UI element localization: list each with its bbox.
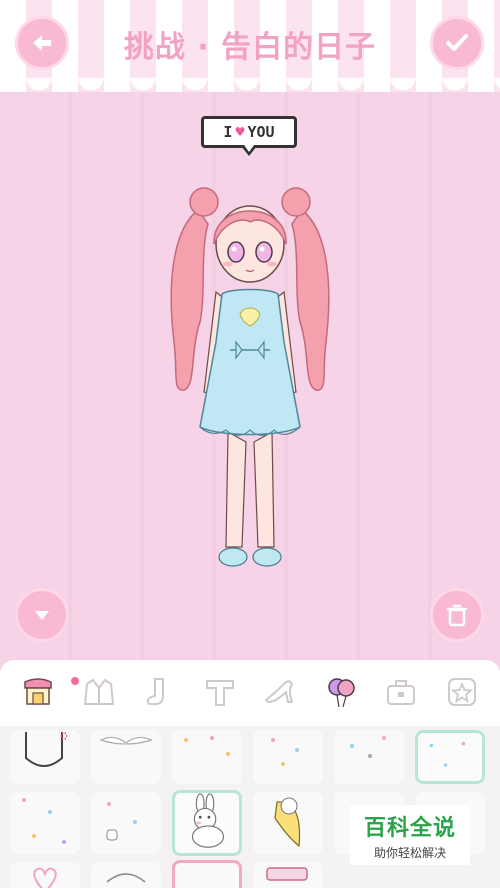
tab-accessories[interactable] (320, 671, 362, 713)
sparkles-icon (184, 736, 230, 756)
item-dots[interactable] (10, 792, 80, 854)
bubble-text-i: I (223, 123, 233, 141)
item-pink-frame[interactable] (172, 860, 242, 888)
watermark-badge: 百科全说 助你轻松解决 (350, 805, 470, 865)
necklace-icon (25, 732, 68, 767)
bubble-heart: ♥ (235, 123, 245, 141)
item-sparkles-1[interactable] (172, 730, 242, 784)
confetti-icon (350, 736, 386, 758)
page-title: 挑战 · 告白的日子 (123, 30, 377, 65)
tab-shoes[interactable] (259, 671, 301, 713)
shirt-icon (205, 680, 234, 706)
watermark-subtitle: 助你轻松解决 (373, 845, 446, 860)
tab-shop[interactable] (17, 671, 80, 713)
item-confetti-1[interactable] (253, 730, 323, 784)
tab-socks[interactable] (138, 671, 180, 713)
item-sign[interactable] (253, 862, 323, 888)
delete-button[interactable] (430, 588, 484, 642)
item-banana-plush[interactable] (253, 792, 323, 854)
bag-icon (387, 680, 416, 705)
sign-icon (266, 867, 308, 881)
confetti-icon (271, 738, 299, 766)
high-heel-icon (264, 680, 294, 704)
heart-frame-icon (33, 867, 57, 888)
banana-plush-icon (274, 797, 301, 848)
check-icon (446, 34, 468, 51)
item-confetti-2[interactable] (334, 730, 404, 784)
item-wings[interactable] (91, 730, 161, 784)
trash-icon (446, 604, 468, 627)
tab-bag[interactable] (380, 671, 422, 713)
item-mini-bunny[interactable] (91, 792, 161, 854)
item-necklace[interactable] (10, 730, 80, 784)
sock-icon (147, 678, 165, 705)
tab-favorites[interactable] (441, 671, 483, 713)
star-icon (447, 678, 476, 706)
triangle-down-icon (35, 611, 49, 620)
watermark-title: 百科全说 (363, 815, 456, 841)
tab-jacket[interactable] (78, 671, 120, 713)
item-hat[interactable] (91, 862, 161, 888)
item-bunny-plush[interactable] (172, 790, 242, 856)
sparkles-icon (429, 741, 466, 767)
balloons-icon (328, 678, 355, 708)
wings-icon (99, 736, 153, 745)
bunny-plush-icon (191, 793, 225, 848)
character-figure (170, 187, 330, 567)
hat-icon (106, 873, 146, 883)
bubble-tail-inner (244, 145, 254, 152)
category-tabs (0, 660, 500, 724)
confirm-button[interactable] (430, 16, 484, 70)
jacket-icon (83, 678, 114, 705)
mini-bunny-icon (106, 802, 137, 841)
tab-shirt[interactable] (199, 671, 241, 713)
speech-bubble: I ♥ YOU (201, 116, 297, 148)
bubble-text-you: YOU (247, 123, 275, 141)
dots-icon (22, 798, 66, 844)
item-selected-sparkles[interactable] (415, 730, 485, 784)
item-heart-frame[interactable] (10, 862, 80, 888)
collapse-button[interactable] (15, 588, 69, 642)
shop-icon (24, 678, 52, 705)
